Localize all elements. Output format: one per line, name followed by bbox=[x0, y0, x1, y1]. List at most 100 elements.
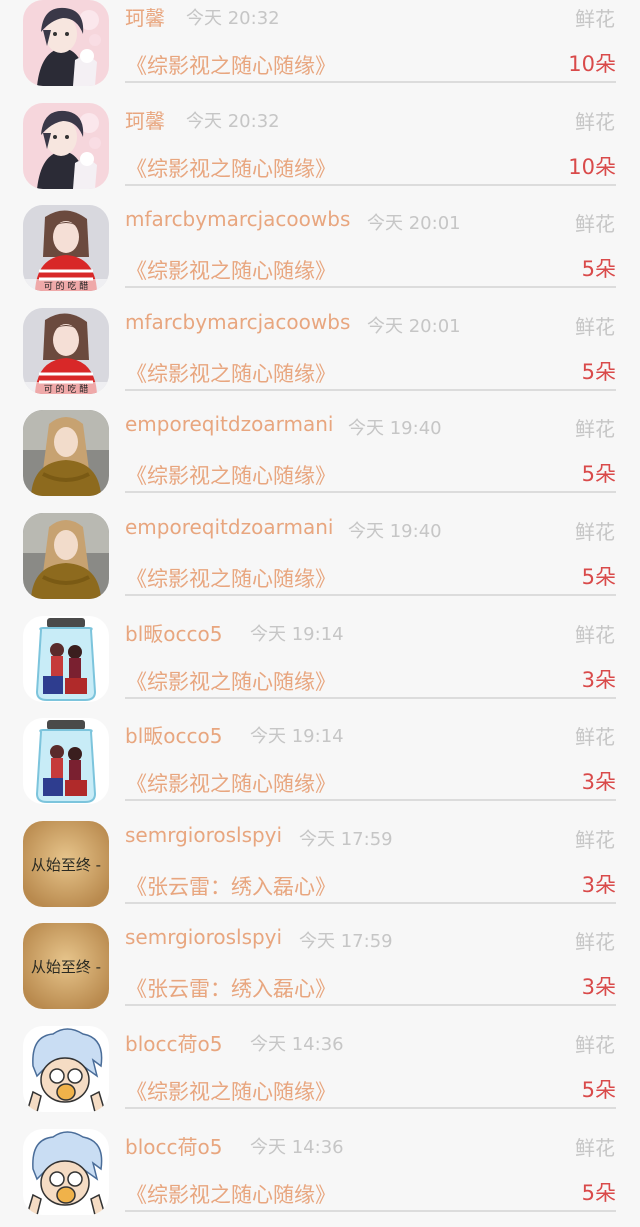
gift-amount: 10朵 bbox=[568, 52, 616, 76]
gift-type-label: 鲜花 bbox=[575, 109, 615, 134]
divider bbox=[125, 81, 616, 83]
anime-boy-avatar[interactable] bbox=[23, 0, 109, 86]
list-item[interactable]: bl畈occo5 今天 19:14 鲜花 《综影视之随心随缘》 3朵 bbox=[0, 612, 640, 715]
gift-type-label: 鲜花 bbox=[575, 1135, 615, 1160]
silver-hair-anime-avatar[interactable] bbox=[23, 1128, 109, 1215]
timestamp: 今天 17:59 bbox=[299, 931, 393, 953]
girl-red-sweater-avatar[interactable]: 可 的 吃 醋 bbox=[23, 307, 109, 394]
user-name[interactable]: bl畈occo5 bbox=[125, 618, 222, 647]
user-name[interactable]: semrgioroslspyi bbox=[125, 823, 282, 847]
anime-boy-avatar[interactable] bbox=[23, 102, 109, 189]
gift-amount: 3朵 bbox=[581, 872, 616, 897]
gift-amount: 5朵 bbox=[581, 257, 616, 282]
gift-type-label: 鲜花 bbox=[575, 827, 615, 852]
book-title[interactable]: 《综影视之随心随缘》 bbox=[126, 666, 336, 696]
timestamp: 今天 19:14 bbox=[250, 726, 344, 748]
gift-type-label: 鲜花 bbox=[575, 417, 615, 442]
book-title[interactable]: 《综影视之随心随缘》 bbox=[126, 768, 336, 798]
user-name[interactable]: mfarcbymarcjacoowbs bbox=[125, 207, 350, 231]
list-item[interactable]: emporeqitdzoarmani 今天 19:40 鲜花 《综影视之随心随缘… bbox=[0, 406, 640, 509]
user-name[interactable]: mfarcbymarcjacoowbs bbox=[125, 310, 350, 334]
gift-record-list: 珂馨 今天 20:32 鲜花 《综影视之随心随缘》 10朵 珂馨 今天 20:3… bbox=[0, 0, 640, 1227]
gift-amount: 3朵 bbox=[581, 975, 616, 1000]
list-item[interactable]: 从始至终 - semrgioroslspyi 今天 17:59 鲜花 《张云雷：… bbox=[0, 817, 640, 920]
list-item[interactable]: 可 的 吃 醋 mfarcbymarcjacoowbs 今天 20:01 鲜花 … bbox=[0, 201, 640, 304]
gift-type-label: 鲜花 bbox=[575, 622, 615, 647]
user-name[interactable]: semrgioroslspyi bbox=[125, 925, 282, 949]
book-title[interactable]: 《张云雷：绣入磊心》 bbox=[126, 871, 336, 901]
text-from-start-to-end-avatar[interactable]: 从始至终 - bbox=[23, 923, 109, 1010]
list-item[interactable]: 可 的 吃 醋 mfarcbymarcjacoowbs 今天 20:01 鲜花 … bbox=[0, 304, 640, 407]
gift-amount: 5朵 bbox=[581, 1180, 616, 1205]
gift-amount: 5朵 bbox=[581, 359, 616, 384]
divider bbox=[125, 593, 616, 596]
divider bbox=[125, 491, 616, 494]
list-item[interactable]: blocc荷o5 今天 14:36 鲜花 《综影视之随心随缘》 5朵 bbox=[0, 1022, 640, 1125]
user-name[interactable]: blocc荷o5 bbox=[125, 1131, 222, 1160]
gift-type-label: 鲜花 bbox=[575, 7, 615, 31]
timestamp: 今天 17:59 bbox=[299, 828, 393, 850]
gift-amount: 3朵 bbox=[581, 770, 616, 795]
gift-amount: 3朵 bbox=[581, 667, 616, 692]
timestamp: 今天 14:36 bbox=[250, 1033, 344, 1055]
jar-characters-avatar[interactable] bbox=[23, 718, 109, 805]
girl-red-sweater-avatar[interactable]: 可 的 吃 醋 bbox=[23, 205, 109, 292]
gift-type-label: 鲜花 bbox=[575, 930, 615, 955]
divider bbox=[125, 1106, 616, 1109]
book-title[interactable]: 《张云雷：绣入磊心》 bbox=[126, 973, 336, 1003]
user-name[interactable]: 珂馨 bbox=[125, 105, 165, 134]
timestamp: 今天 14:36 bbox=[250, 1136, 344, 1158]
svg-text:可 的 吃 醋: 可 的 吃 醋 bbox=[44, 383, 89, 394]
timestamp: 今天 19:14 bbox=[250, 623, 344, 645]
timestamp: 今天 20:32 bbox=[186, 110, 280, 132]
book-title[interactable]: 《综影视之随心随缘》 bbox=[126, 50, 336, 80]
book-title[interactable]: 《综影视之随心随缘》 bbox=[126, 1076, 336, 1106]
timestamp: 今天 20:32 bbox=[186, 8, 280, 29]
book-title[interactable]: 《综影视之随心随缘》 bbox=[126, 563, 336, 593]
timestamp: 今天 20:01 bbox=[367, 213, 461, 235]
gift-type-label: 鲜花 bbox=[575, 1032, 615, 1057]
gift-amount: 10朵 bbox=[568, 154, 616, 179]
divider bbox=[125, 1004, 616, 1007]
gift-amount: 5朵 bbox=[581, 462, 616, 487]
divider bbox=[125, 799, 616, 802]
gift-type-label: 鲜花 bbox=[575, 212, 615, 237]
user-name[interactable]: blocc荷o5 bbox=[125, 1028, 222, 1057]
book-title[interactable]: 《综影视之随心随缘》 bbox=[126, 255, 336, 285]
book-title[interactable]: 《综影视之随心随缘》 bbox=[126, 358, 336, 388]
list-item[interactable]: 珂馨 今天 20:32 鲜花 《综影视之随心随缘》 10朵 bbox=[0, 0, 640, 99]
girl-yellow-sweater-avatar[interactable] bbox=[23, 512, 109, 599]
svg-text:可 的 吃 醋: 可 的 吃 醋 bbox=[44, 280, 89, 291]
list-item[interactable]: 珂馨 今天 20:32 鲜花 《综影视之随心随缘》 10朵 bbox=[0, 99, 640, 202]
divider bbox=[125, 183, 616, 186]
book-title[interactable]: 《综影视之随心随缘》 bbox=[126, 153, 336, 183]
divider bbox=[125, 901, 616, 904]
user-name[interactable]: emporeqitdzoarmani bbox=[125, 412, 333, 436]
gift-type-label: 鲜花 bbox=[575, 519, 615, 544]
list-item[interactable]: emporeqitdzoarmani 今天 19:40 鲜花 《综影视之随心随缘… bbox=[0, 509, 640, 612]
list-item[interactable]: bl畈occo5 今天 19:14 鲜花 《综影视之随心随缘》 3朵 bbox=[0, 714, 640, 817]
user-name[interactable]: bl畈occo5 bbox=[125, 720, 222, 749]
book-title[interactable]: 《综影视之随心随缘》 bbox=[126, 460, 336, 490]
timestamp: 今天 19:40 bbox=[348, 520, 442, 542]
girl-yellow-sweater-avatar[interactable] bbox=[23, 410, 109, 497]
list-item[interactable]: 从始至终 - semrgioroslspyi 今天 17:59 鲜花 《张云雷：… bbox=[0, 919, 640, 1022]
divider bbox=[125, 388, 616, 391]
gift-amount: 5朵 bbox=[581, 1077, 616, 1102]
timestamp: 今天 19:40 bbox=[348, 418, 442, 440]
avatar-caption: 从始至终 - bbox=[31, 958, 101, 976]
timestamp: 今天 20:01 bbox=[367, 315, 461, 337]
list-item[interactable]: blocc荷o5 今天 14:36 鲜花 《综影视之随心随缘》 5朵 bbox=[0, 1125, 640, 1227]
gift-type-label: 鲜花 bbox=[575, 725, 615, 750]
book-title[interactable]: 《综影视之随心随缘》 bbox=[126, 1179, 336, 1209]
gift-type-label: 鲜花 bbox=[575, 314, 615, 339]
avatar-caption: 从始至终 - bbox=[31, 856, 101, 874]
text-from-start-to-end-avatar[interactable]: 从始至终 - bbox=[23, 820, 109, 907]
divider bbox=[125, 286, 616, 289]
divider bbox=[125, 696, 616, 699]
jar-characters-avatar[interactable] bbox=[23, 615, 109, 702]
gift-amount: 5朵 bbox=[581, 564, 616, 589]
silver-hair-anime-avatar[interactable] bbox=[23, 1025, 109, 1112]
user-name[interactable]: emporeqitdzoarmani bbox=[125, 515, 333, 539]
user-name[interactable]: 珂馨 bbox=[125, 2, 165, 31]
